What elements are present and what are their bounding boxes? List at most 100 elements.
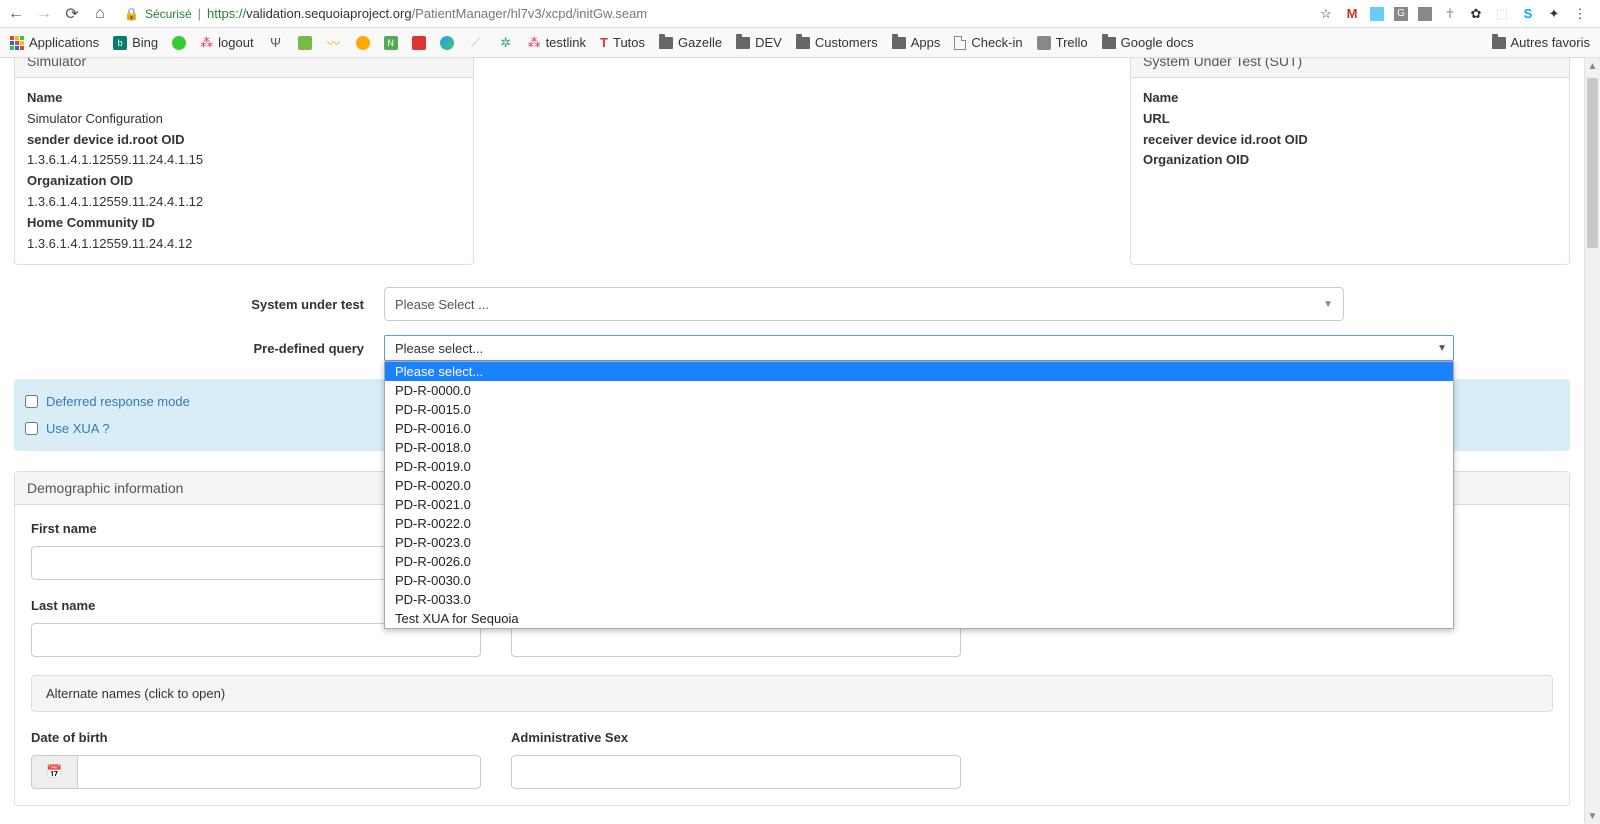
bm-apps[interactable]: Apps: [892, 35, 941, 50]
sut-name-label: Name: [1143, 88, 1557, 109]
star-icon[interactable]: ☆: [1318, 6, 1334, 22]
simulator-panel: Simulator Name Simulator Configuration s…: [14, 58, 474, 265]
predef-option[interactable]: PD-R-0033.0: [385, 590, 1453, 609]
predef-option[interactable]: PD-R-0026.0: [385, 552, 1453, 571]
predef-option[interactable]: PD-R-0023.0: [385, 533, 1453, 552]
lock-icon: 🔒: [124, 7, 139, 21]
scroll-thumb[interactable]: [1587, 78, 1598, 248]
trello-icon: [1037, 36, 1051, 50]
sim-sender-value: 1.3.6.1.4.1.12559.11.24.4.1.15: [27, 150, 461, 171]
folder-icon: [736, 37, 750, 49]
bookmarks-bar: Applications bBing ⁂logout Ψ 〰 N ⟋ ✲ ⁂te…: [0, 28, 1600, 58]
forward-button[interactable]: →: [34, 4, 54, 24]
sim-name-value: Simulator Configuration: [27, 109, 461, 130]
folder-icon: [1492, 37, 1506, 49]
xua-checkbox[interactable]: [25, 422, 38, 435]
folder-icon: [1102, 37, 1116, 49]
predef-option[interactable]: PD-R-0020.0: [385, 476, 1453, 495]
toolbar-right-icons: ☆ M G ✝ ✿ ⬚ S ✦ ⋮: [1318, 6, 1594, 22]
bm-icon-4[interactable]: 〰: [326, 35, 342, 51]
predef-option[interactable]: PD-R-0015.0: [385, 400, 1453, 419]
bm-icon-7[interactable]: [440, 36, 454, 50]
skype-icon[interactable]: S: [1520, 6, 1536, 22]
sut-url-label: URL: [1143, 109, 1557, 130]
dob-input[interactable]: [77, 755, 481, 789]
calendar-icon[interactable]: 📅: [31, 755, 77, 789]
predef-option[interactable]: Test XUA for Sequoia: [385, 609, 1453, 628]
predef-option[interactable]: PD-R-0021.0: [385, 495, 1453, 514]
sim-sender-label: sender device id.root OID: [27, 130, 461, 151]
bm-other[interactable]: Autres favoris: [1492, 35, 1590, 50]
sex-input[interactable]: [511, 755, 961, 789]
scroll-down-arrow[interactable]: ▼: [1585, 808, 1600, 824]
bm-customers[interactable]: Customers: [796, 35, 878, 50]
predef-option[interactable]: PD-R-0030.0: [385, 571, 1453, 590]
predef-option[interactable]: PD-R-0022.0: [385, 514, 1453, 533]
ext-icon-1[interactable]: [1370, 7, 1384, 21]
predef-option[interactable]: PD-R-0016.0: [385, 419, 1453, 438]
alternate-names-toggle[interactable]: Alternate names (click to open): [31, 675, 1553, 712]
predefined-query-dropdown: Please select...PD-R-0000.0PD-R-0015.0PD…: [384, 361, 1454, 629]
folder-icon: [892, 37, 906, 49]
sut-org-label: Organization OID: [1143, 150, 1557, 171]
scroll-up-arrow[interactable]: ▲: [1585, 58, 1600, 74]
secure-label: Sécurisé: [145, 7, 192, 21]
simulator-title: Simulator: [15, 58, 473, 78]
sut-select[interactable]: Please Select ... ▼: [384, 287, 1344, 321]
browser-toolbar: ← → ⟳ ⌂ 🔒 Sécurisé | https://validation.…: [0, 0, 1600, 28]
sut-receiver-label: receiver device id.root OID: [1143, 130, 1557, 151]
vertical-scrollbar[interactable]: ▲ ▼: [1584, 58, 1600, 824]
bm-icon-1[interactable]: [172, 36, 186, 50]
bm-logout[interactable]: ⁂logout: [200, 35, 253, 51]
ext-icon-2[interactable]: [1418, 7, 1432, 21]
folder-icon: [796, 37, 810, 49]
predef-option[interactable]: PD-R-0019.0: [385, 457, 1453, 476]
folder-icon: [659, 37, 673, 49]
apps-button[interactable]: Applications: [10, 35, 99, 50]
ext-icon-4[interactable]: ⬚: [1494, 6, 1510, 22]
ext-icon-3[interactable]: ✝: [1442, 6, 1458, 22]
bm-testlink[interactable]: ⁂testlink: [528, 35, 586, 51]
bm-icon-5[interactable]: [356, 36, 370, 50]
sut-select-value: Please Select ...: [395, 297, 489, 312]
menu-icon[interactable]: ⋮: [1572, 6, 1588, 22]
bm-icon-6[interactable]: [412, 36, 426, 50]
predef-option[interactable]: PD-R-0000.0: [385, 381, 1453, 400]
sim-home-label: Home Community ID: [27, 213, 461, 234]
bm-tutos[interactable]: TTutos: [600, 35, 645, 50]
home-button[interactable]: ⌂: [90, 4, 110, 24]
address-bar[interactable]: 🔒 Sécurisé | https://validation.sequoiap…: [118, 6, 1310, 21]
deferred-checkbox[interactable]: [25, 395, 38, 408]
gmail-icon[interactable]: M: [1344, 6, 1360, 22]
sim-org-value: 1.3.6.1.4.1.12559.11.24.4.1.12: [27, 192, 461, 213]
bm-bing[interactable]: bBing: [113, 35, 158, 50]
settings-icon[interactable]: ✿: [1468, 6, 1484, 22]
predef-option[interactable]: PD-R-0018.0: [385, 438, 1453, 457]
bm-googledocs[interactable]: Google docs: [1102, 35, 1194, 50]
ext-icon-g[interactable]: G: [1394, 7, 1408, 21]
apps-icon: [10, 36, 24, 50]
bm-icon-2[interactable]: Ψ: [268, 35, 284, 51]
reload-button[interactable]: ⟳: [62, 4, 82, 24]
sex-label: Administrative Sex: [511, 730, 961, 745]
deferred-label[interactable]: Deferred response mode: [46, 394, 190, 409]
predefined-query-select[interactable]: Please select... ▼: [384, 335, 1454, 361]
bm-icon-n[interactable]: N: [384, 36, 398, 50]
predef-label: Pre-defined query: [14, 341, 384, 356]
chevron-down-icon: ▼: [1323, 299, 1333, 310]
bm-icon-8[interactable]: ⟋: [468, 35, 484, 51]
bm-dev[interactable]: DEV: [736, 35, 782, 50]
bm-checkin[interactable]: Check-in: [954, 35, 1022, 50]
ext-icon-5[interactable]: ✦: [1546, 6, 1562, 22]
bm-icon-9[interactable]: ✲: [498, 35, 514, 51]
predef-selected-value: Please select...: [395, 341, 483, 356]
page-content: Simulator Name Simulator Configuration s…: [0, 58, 1584, 824]
chevron-down-icon: ▼: [1437, 343, 1447, 354]
bm-trello[interactable]: Trello: [1037, 35, 1088, 50]
predef-option[interactable]: Please select...: [385, 362, 1453, 381]
bm-gazelle[interactable]: Gazelle: [659, 35, 722, 50]
back-button[interactable]: ←: [6, 4, 26, 24]
sim-name-label: Name: [27, 88, 461, 109]
xua-label[interactable]: Use XUA ?: [46, 421, 110, 436]
bm-icon-3[interactable]: [298, 36, 312, 50]
